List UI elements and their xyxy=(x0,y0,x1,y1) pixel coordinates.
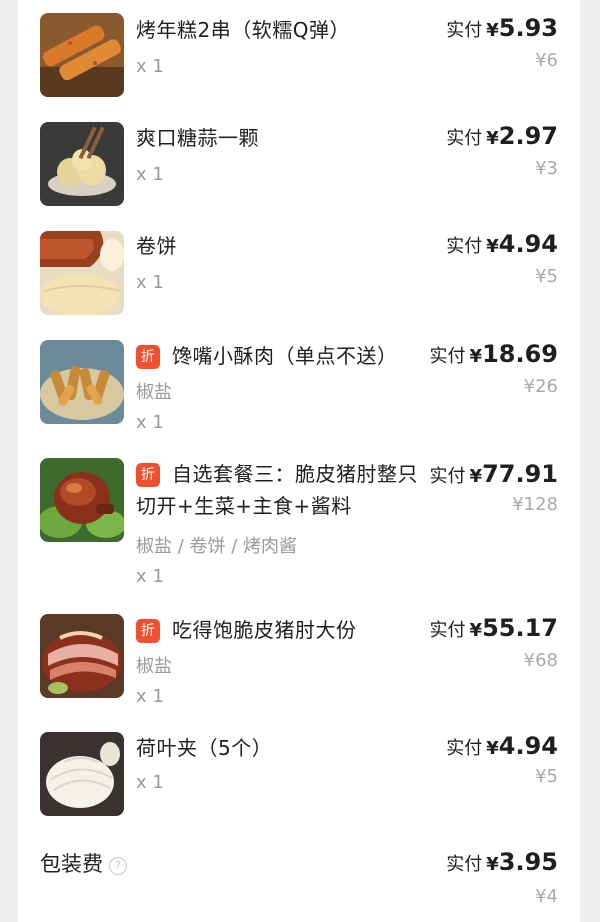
packaging-fee-label: 包装费? xyxy=(40,848,127,878)
paid-amount: 5.93 xyxy=(498,14,558,42)
paid-price: 实付 ¥3.95 xyxy=(446,848,558,876)
pork-knuckle-image xyxy=(40,458,124,542)
item-quantity: x 1 xyxy=(136,412,164,433)
discount-badge: 折 xyxy=(136,345,160,369)
paid-amount: 55.17 xyxy=(482,614,558,642)
list-item[interactable]: 折吃得饱脆皮猪肘大份 椒盐 x 1 实付 ¥55.17 ¥68 xyxy=(18,606,580,724)
item-quantity: x 1 xyxy=(136,56,164,77)
original-price: ¥128 xyxy=(512,494,558,515)
item-name: 荷叶夹（5个） xyxy=(136,736,273,760)
paid-price: 实付 ¥4.94 xyxy=(446,230,558,258)
item-name: 爽口糖蒜一颗 xyxy=(136,126,259,150)
paid-label: 实付 xyxy=(446,738,483,759)
paid-label: 实付 xyxy=(429,346,466,367)
currency-symbol: ¥ xyxy=(469,466,483,487)
item-quantity: x 1 xyxy=(136,164,164,185)
item-spec: 椒盐 xyxy=(136,382,172,403)
paid-price: 实付 ¥2.97 xyxy=(446,122,558,150)
pancake-image xyxy=(40,231,124,315)
sliced-pork-image xyxy=(40,614,124,698)
discount-badge: 折 xyxy=(136,619,160,643)
item-spec: 椒盐 / 卷饼 / 烤肉酱 xyxy=(136,536,298,557)
crispy-pork-image xyxy=(40,340,124,424)
question-circle-icon[interactable]: ? xyxy=(109,857,127,875)
paid-amount: 4.94 xyxy=(498,732,558,760)
list-item[interactable]: 烤年糕2串（软糯Q弹） x 1 实付 ¥5.93 ¥6 xyxy=(18,0,580,108)
paid-label: 实付 xyxy=(446,20,483,41)
item-quantity: x 1 xyxy=(136,772,164,793)
currency-symbol: ¥ xyxy=(469,346,483,367)
original-price: ¥68 xyxy=(523,650,558,671)
item-spec: 椒盐 xyxy=(136,656,172,677)
paid-label: 实付 xyxy=(446,236,483,257)
original-price: ¥6 xyxy=(535,50,558,71)
item-name: 卷饼 xyxy=(136,234,177,258)
currency-symbol: ¥ xyxy=(486,854,499,875)
steamed-bun-image xyxy=(40,732,124,816)
paid-price: 实付 ¥5.93 xyxy=(446,14,558,42)
paid-amount: 4.94 xyxy=(498,230,558,258)
currency-symbol: ¥ xyxy=(486,128,499,149)
grilled-rice-cake-image xyxy=(40,13,124,97)
garlic-image xyxy=(40,122,124,206)
item-quantity: x 1 xyxy=(136,686,164,707)
paid-amount: 2.97 xyxy=(498,122,558,150)
packaging-fee-text: 包装费 xyxy=(40,852,103,876)
item-name: 折自选套餐三：脆皮猪肘整只切开+生菜+主食+酱料 xyxy=(136,458,428,522)
original-price: ¥3 xyxy=(535,158,558,179)
paid-price: 实付 ¥55.17 xyxy=(430,614,558,642)
paid-amount: 3.95 xyxy=(498,848,558,876)
discount-badge: 折 xyxy=(136,463,160,487)
paid-label: 实付 xyxy=(446,128,483,149)
paid-price: 实付 ¥77.91 xyxy=(430,460,558,488)
item-name-text: 馋嘴小酥肉（单点不送） xyxy=(172,344,398,368)
original-price: ¥4 xyxy=(535,886,558,907)
paid-amount: 77.91 xyxy=(482,460,558,488)
list-item[interactable]: 折自选套餐三：脆皮猪肘整只切开+生菜+主食+酱料 椒盐 / 卷饼 / 烤肉酱 x… xyxy=(18,448,580,606)
packaging-fee-row: 包装费? 实付 ¥3.95 ¥4 xyxy=(18,834,580,922)
currency-symbol: ¥ xyxy=(486,20,499,41)
order-items-panel: 烤年糕2串（软糯Q弹） x 1 实付 ¥5.93 ¥6 爽口糖蒜一颗 x 1 实付… xyxy=(18,0,580,922)
item-name: 折吃得饱脆皮猪肘大份 xyxy=(136,614,357,646)
currency-symbol: ¥ xyxy=(486,738,499,759)
list-item[interactable]: 荷叶夹（5个） x 1 实付 ¥4.94 ¥5 xyxy=(18,724,580,834)
item-name: 折馋嘴小酥肉（单点不送） xyxy=(136,340,398,372)
item-quantity: x 1 xyxy=(136,272,164,293)
currency-symbol: ¥ xyxy=(469,620,483,641)
paid-price: 实付 ¥4.94 xyxy=(446,732,558,760)
list-item[interactable]: 折馋嘴小酥肉（单点不送） 椒盐 x 1 实付 ¥18.69 ¥26 xyxy=(18,324,580,448)
paid-label: 实付 xyxy=(429,620,466,641)
paid-price: 实付 ¥18.69 xyxy=(430,340,558,368)
list-item[interactable]: 爽口糖蒜一颗 x 1 实付 ¥2.97 ¥3 xyxy=(18,108,580,216)
item-name-text: 吃得饱脆皮猪肘大份 xyxy=(172,618,357,642)
item-quantity: x 1 xyxy=(136,566,164,587)
original-price: ¥5 xyxy=(535,766,558,787)
original-price: ¥26 xyxy=(523,376,558,397)
currency-symbol: ¥ xyxy=(486,236,499,257)
paid-label: 实付 xyxy=(429,466,466,487)
list-item[interactable]: 卷饼 x 1 实付 ¥4.94 ¥5 xyxy=(18,216,580,324)
item-name: 烤年糕2串（软糯Q弹） xyxy=(136,18,350,42)
original-price: ¥5 xyxy=(535,266,558,287)
item-name-text: 自选套餐三：脆皮猪肘整只切开+生菜+主食+酱料 xyxy=(136,462,418,518)
paid-amount: 18.69 xyxy=(482,340,558,368)
paid-label: 实付 xyxy=(446,854,483,875)
